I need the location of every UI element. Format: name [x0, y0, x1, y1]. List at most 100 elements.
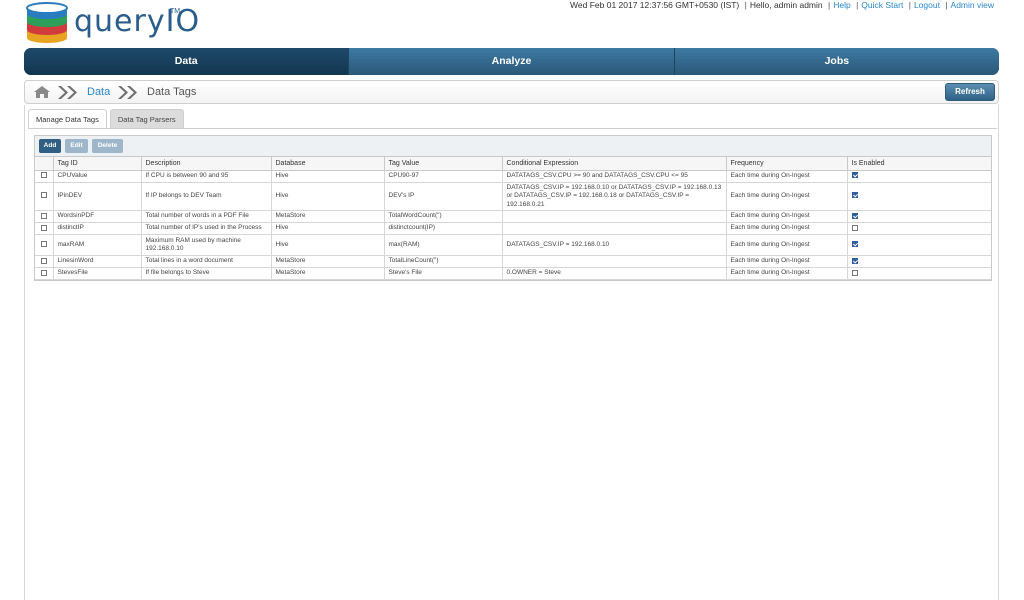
edit-button[interactable]: Edit: [65, 139, 88, 153]
row-select-checkbox[interactable]: [40, 257, 47, 264]
cell-tag-id: StevesFile: [52, 267, 141, 280]
cell-condition: [501, 255, 726, 268]
datetime-label: Wed Feb 01 2017 12:37:56 GMT+0530 (IST): [570, 0, 740, 10]
table-body: CPUValue If CPU is between 90 and 95 Hive C…: [35, 170, 991, 280]
content-panel: Manage Data Tags Data Tag Parsers Add Ed…: [24, 105, 999, 600]
manage-data-tags-panel: Add Edit Delete Tag ID Description Datab…: [28, 128, 997, 600]
help-link[interactable]: Help: [833, 0, 850, 10]
is-enabled-checkbox[interactable]: [851, 269, 858, 276]
cell-frequency: Each time during On-Ingest: [725, 210, 847, 223]
table-row[interactable]: WordsinPDF Total number of words in a PDF…: [35, 210, 991, 223]
chevron-right-icon: [118, 86, 137, 99]
table-row[interactable]: CPUValue If CPU is between 90 and 95 Hive C…: [35, 170, 991, 183]
sub-tabs: Manage Data Tags Data Tag Parsers: [28, 109, 187, 128]
cell-tag-value: CPU90-97: [383, 170, 502, 183]
cell-tag-value: distinctcount(IP): [383, 222, 502, 235]
cell-description: Maximum RAM used by machine 192.168.0.10: [140, 234, 271, 256]
row-select-cell: [35, 255, 53, 268]
quick-start-link[interactable]: Quick Start: [861, 0, 903, 10]
tab-analyze[interactable]: Analyze: [348, 48, 674, 75]
column-header-database[interactable]: Database: [270, 157, 384, 171]
data-tags-grid: Add Edit Delete Tag ID Description Datab…: [34, 135, 992, 281]
table-row[interactable]: distinctIP Total number of IP's used in t…: [35, 222, 991, 235]
admin-view-link[interactable]: Admin view: [951, 0, 994, 10]
column-header-tag-id[interactable]: Tag ID: [52, 157, 141, 171]
home-icon[interactable]: [33, 85, 51, 99]
cell-tag-value: DEV's IP: [383, 182, 502, 211]
logo-text: queryIO: [74, 4, 201, 39]
row-select-cell: [35, 170, 53, 183]
table-header-row: Tag ID Description Database Tag Value Co…: [35, 157, 991, 171]
row-select-checkbox[interactable]: [40, 224, 47, 231]
cell-frequency: Each time during On-Ingest: [725, 255, 847, 268]
cell-tag-value: TotalWordCount("): [383, 210, 502, 223]
cell-tag-id: IPinDEV: [52, 182, 141, 211]
column-header-frequency[interactable]: Frequency: [725, 157, 847, 171]
tab-data[interactable]: Data: [24, 48, 349, 75]
cell-database: MetaStore: [270, 267, 384, 280]
table-row[interactable]: LinesinWord Total lines in a word documen…: [35, 255, 991, 268]
breadcrumb-current: Data Tags: [147, 86, 197, 98]
row-select-checkbox[interactable]: [40, 192, 47, 199]
column-header-conditional-expression[interactable]: Conditional Expression: [501, 157, 726, 171]
cell-database: MetaStore: [270, 210, 384, 223]
delete-button[interactable]: Delete: [92, 139, 123, 153]
row-select-cell: [35, 267, 53, 280]
cell-is-enabled: [846, 234, 991, 256]
cell-is-enabled: [846, 170, 991, 183]
cell-frequency: Each time during On-Ingest: [725, 170, 847, 183]
cell-tag-value: max(RAM): [383, 234, 502, 256]
breadcrumb: Data Data Tags Refresh: [24, 80, 999, 104]
cell-is-enabled: [846, 210, 991, 223]
logo-tm: TM: [170, 8, 181, 15]
top-bar: queryIO TM Wed Feb 01 2017 12:37:56 GMT+…: [0, 0, 1024, 48]
is-enabled-checkbox[interactable]: [851, 257, 858, 264]
table-row[interactable]: IPinDEV If IP belongs to DEV Team Hive DEV'…: [35, 182, 991, 211]
cell-condition: DATATAGS_CSV.IP = 192.168.0.10 or DATATA…: [501, 182, 726, 211]
row-select-checkbox[interactable]: [40, 241, 47, 248]
cell-condition: DATATAGS_CSV.IP = 192.168.0.10: [501, 234, 726, 256]
table-row[interactable]: maxRAM Maximum RAM used by machine 192.16…: [35, 234, 991, 256]
is-enabled-checkbox[interactable]: [851, 192, 858, 199]
is-enabled-checkbox[interactable]: [851, 224, 858, 231]
cell-database: MetaStore: [270, 255, 384, 268]
cell-is-enabled: [846, 267, 991, 280]
add-button[interactable]: Add: [39, 139, 61, 153]
tab-data-tag-parsers[interactable]: Data Tag Parsers: [109, 109, 184, 128]
cell-frequency: Each time during On-Ingest: [725, 267, 847, 280]
cell-database: Hive: [270, 170, 384, 183]
table-row[interactable]: StevesFile If file belongs to Steve MetaSt…: [35, 267, 991, 280]
cell-database: Hive: [270, 182, 384, 211]
cell-condition: 0.OWNER = Steve: [501, 267, 726, 280]
cell-database: Hive: [270, 234, 384, 256]
column-header-description[interactable]: Description: [140, 157, 271, 171]
tab-jobs[interactable]: Jobs: [673, 48, 999, 75]
cell-condition: [501, 222, 726, 235]
logout-link[interactable]: Logout: [914, 0, 940, 10]
refresh-button[interactable]: Refresh: [945, 83, 995, 101]
cell-tag-id: distinctIP: [52, 222, 141, 235]
is-enabled-checkbox[interactable]: [851, 172, 858, 179]
row-select-cell: [35, 182, 53, 211]
greeting-label: Hello, admin admin: [749, 0, 823, 10]
breadcrumb-data-link[interactable]: Data: [87, 86, 110, 98]
cell-condition: [501, 210, 726, 223]
cell-tag-id: LinesinWord: [52, 255, 141, 268]
cell-tag-id: WordsinPDF: [52, 210, 141, 223]
column-header-select: [35, 157, 53, 171]
cell-frequency: Each time during On-Ingest: [725, 182, 847, 211]
is-enabled-checkbox[interactable]: [851, 212, 858, 219]
cell-database: Hive: [270, 222, 384, 235]
row-select-checkbox[interactable]: [40, 212, 47, 219]
queryio-logo[interactable]: queryIO TM: [24, 2, 199, 44]
tab-manage-data-tags[interactable]: Manage Data Tags: [28, 109, 107, 128]
cell-description: If file belongs to Steve: [140, 267, 271, 280]
row-select-cell: [35, 210, 53, 223]
row-select-checkbox[interactable]: [40, 269, 47, 276]
cell-tag-id: maxRAM: [52, 234, 141, 256]
row-select-checkbox[interactable]: [40, 172, 47, 179]
column-header-tag-value[interactable]: Tag Value: [383, 157, 502, 171]
is-enabled-checkbox[interactable]: [851, 241, 858, 248]
cell-frequency: Each time during On-Ingest: [725, 222, 847, 235]
column-header-is-enabled[interactable]: Is Enabled: [846, 157, 991, 171]
